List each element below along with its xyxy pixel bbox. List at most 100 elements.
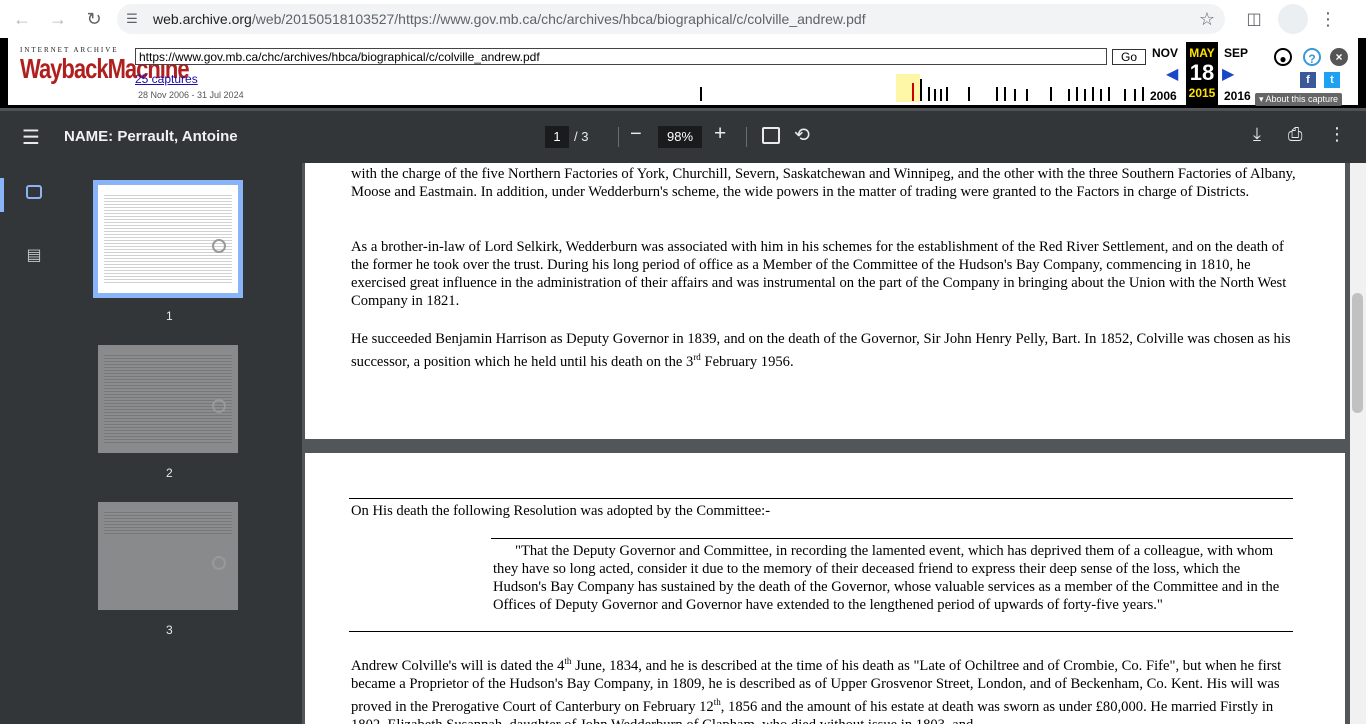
captures-link[interactable]: 25 captures: [135, 72, 198, 86]
profile-avatar[interactable]: [1278, 4, 1308, 34]
thumbnail-label-3: 3: [166, 623, 173, 637]
next-year-label[interactable]: 2016: [1224, 89, 1251, 103]
about-capture-button[interactable]: ▾ About this capture: [1255, 93, 1343, 106]
help-icon[interactable]: ?: [1303, 48, 1321, 66]
print-icon[interactable]: ⎙: [1288, 124, 1302, 145]
timeline-tick: [1100, 89, 1102, 101]
prev-capture-arrow-icon[interactable]: ◀: [1166, 64, 1178, 84]
timeline-tick: [1134, 89, 1136, 101]
current-month-label: MAY: [1189, 46, 1215, 60]
url-path: /web/20150518103527/https://www.gov.mb.c…: [251, 11, 866, 27]
current-year-label: 2015: [1188, 86, 1216, 100]
reload-button[interactable]: ↻: [78, 3, 110, 35]
address-url[interactable]: web.archive.org/web/20150518103527/https…: [153, 11, 866, 27]
rotate-icon[interactable]: ⟲: [794, 124, 810, 147]
paragraph-factories: with the charge of the five Northern Fac…: [351, 166, 1296, 200]
wayback-url-input[interactable]: https://www.gov.mb.ca/chc/archives/hbca/…: [135, 48, 1107, 65]
thumbnail-stamp-icon: [212, 556, 226, 570]
will-text-a: Andrew Colville's will is dated the 4: [351, 657, 565, 674]
page-thumbnail-1[interactable]: [93, 180, 243, 298]
page-thumbnail-2[interactable]: [98, 345, 238, 453]
sidebar-menu-icon[interactable]: ☰: [22, 125, 40, 150]
timeline-tick: [1076, 87, 1078, 101]
thumbnail-label-1: 1: [166, 309, 173, 323]
timeline-tick: [1026, 89, 1028, 101]
timeline-tick: [928, 87, 930, 101]
page-total: / 3: [574, 129, 589, 144]
capture-timeline[interactable]: [420, 74, 1150, 104]
pdf-toolbar: ☰ NAME: Perrault, Antoine 1 / 3 − 98% + …: [0, 111, 1366, 163]
pdf-document-area[interactable]: with the charge of the five Northern Fac…: [302, 163, 1350, 724]
timeline-tick: [1142, 87, 1144, 101]
browser-menu-icon[interactable]: ⋮: [1318, 9, 1338, 30]
address-bar[interactable]: ☰ web.archive.org/web/20150518103527/htt…: [117, 4, 1225, 34]
zoom-level-input[interactable]: 98%: [658, 126, 702, 148]
timeline-tick-current: [912, 83, 914, 101]
fit-to-page-icon[interactable]: [762, 127, 780, 144]
horizontal-rule: [349, 498, 1293, 499]
timeline-highlight: [896, 74, 920, 102]
paragraph-selkirk: As a brother-in-law of Lord Selkirk, Wed…: [351, 239, 1287, 309]
toolbar-divider: [618, 127, 619, 147]
paragraph-will: Andrew Colville's will is dated the 4th …: [351, 652, 1301, 724]
back-button[interactable]: ←: [6, 3, 38, 35]
wayback-go-button[interactable]: Go: [1112, 49, 1146, 65]
timeline-tick: [1092, 87, 1094, 101]
page-number-input[interactable]: 1: [545, 126, 569, 148]
site-info-icon[interactable]: ☰: [117, 4, 147, 34]
toolbar-divider: [746, 127, 747, 147]
twitter-share-icon[interactable]: t: [1324, 72, 1340, 88]
prev-month-label[interactable]: NOV: [1152, 46, 1178, 60]
paragraph-resolution-intro: On His death the following Resolution wa…: [351, 503, 771, 519]
timeline-tick: [1124, 89, 1126, 101]
browser-toolbar: ← → ↻ ☰ web.archive.org/web/201505181035…: [0, 0, 1366, 38]
ordinal-suffix: th: [713, 696, 721, 707]
horizontal-rule: [491, 538, 1293, 539]
close-toolbar-icon[interactable]: ×: [1330, 48, 1348, 66]
thumbnail-text-lines: [104, 353, 232, 443]
month-selector: NOV MAY 18 2015 SEP ◀ ▶ 2006 2016: [1150, 42, 1258, 106]
ordinal-suffix: rd: [693, 352, 701, 362]
bookmark-star-icon[interactable]: ☆: [1199, 9, 1215, 30]
timeline-tick: [700, 87, 702, 101]
capture-range: 28 Nov 2006 - 31 Jul 2024: [138, 90, 244, 100]
thumbnail-label-2: 2: [166, 466, 173, 480]
zoom-in-button[interactable]: +: [714, 122, 726, 146]
succession-text: He succeeded Benjamin Harrison as Deputy…: [351, 331, 1291, 370]
timeline-tick: [920, 79, 922, 101]
wayback-logo[interactable]: INTERNET ARCHIVE WaybackMachine: [20, 46, 190, 83]
facebook-share-icon[interactable]: f: [1300, 72, 1316, 88]
timeline-tick: [996, 87, 998, 101]
download-icon[interactable]: ⤓: [1253, 124, 1261, 145]
horizontal-rule: [349, 631, 1293, 632]
thumbnails-view-icon[interactable]: [26, 185, 42, 199]
user-account-icon[interactable]: ●: [1274, 48, 1292, 66]
thumbnail-text-lines: [104, 193, 232, 283]
paragraph-succession: He succeeded Benjamin Harrison as Deputy…: [351, 330, 1301, 371]
resolution-quote: "That the Deputy Governor and Committee,…: [493, 543, 1280, 613]
timeline-tick: [1084, 89, 1086, 101]
url-host: web.archive.org: [153, 11, 252, 27]
thumbnail-text-lines: [104, 510, 232, 534]
thumbnail-panel: 1 2 3: [66, 163, 302, 724]
prev-year-label[interactable]: 2006: [1150, 89, 1177, 103]
succession-date: February 1956.: [700, 353, 794, 370]
timeline-tick: [1004, 87, 1006, 101]
timeline-tick: [934, 89, 936, 101]
next-month-label[interactable]: SEP: [1224, 46, 1248, 60]
outline-view-icon[interactable]: ▤: [24, 245, 44, 265]
timeline-tick: [1068, 89, 1070, 101]
scrollbar-thumb[interactable]: [1352, 293, 1363, 413]
current-day-label: 18: [1189, 60, 1215, 85]
more-actions-icon[interactable]: ⋮: [1328, 124, 1346, 145]
document-scrollbar[interactable]: [1350, 163, 1366, 724]
wayback-logo-main: WaybackMachine: [20, 52, 190, 84]
zoom-out-button[interactable]: −: [630, 123, 642, 146]
wayback-toolbar: INTERNET ARCHIVE WaybackMachine https://…: [0, 38, 1366, 108]
page-thumbnail-3[interactable]: [98, 502, 238, 610]
timeline-tick: [1050, 87, 1052, 101]
forward-button[interactable]: →: [42, 3, 74, 35]
next-capture-arrow-icon[interactable]: ▶: [1222, 64, 1234, 84]
thumbnail-stamp-icon: [212, 399, 226, 413]
extensions-icon[interactable]: ◫: [1240, 5, 1268, 33]
